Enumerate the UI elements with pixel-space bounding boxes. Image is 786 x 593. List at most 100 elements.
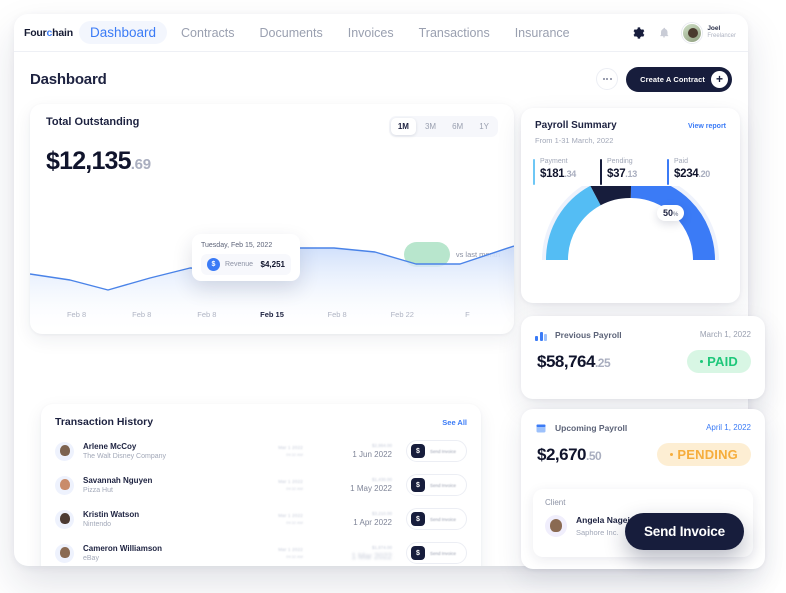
tooltip-date: Tuesday, Feb 15, 2022 <box>201 242 273 249</box>
previous-payroll-amount-cents: .25 <box>594 355 611 370</box>
nav-item-invoices[interactable]: Invoices <box>337 22 405 44</box>
payroll-stat-paid: Paid $234.20 <box>667 158 728 185</box>
nav-item-dashboard[interactable]: Dashboard <box>78 21 168 44</box>
nav-items: Dashboard Contracts Documents Invoices T… <box>78 21 581 44</box>
payroll-stat-value: $234.20 <box>674 168 728 180</box>
payroll-stat-payment: Payment $181.34 <box>533 158 594 185</box>
more-options-button[interactable] <box>596 68 619 90</box>
nav-item-documents[interactable]: Documents <box>249 22 334 44</box>
x-tick-4: Feb 8 <box>327 310 347 319</box>
previous-payroll-date: March 1, 2022 <box>699 330 751 339</box>
table-row[interactable]: Savannah Nguyen Pizza Hut Mar 1 2022 09:3… <box>41 468 481 502</box>
send-invoice-label: Send Invoice <box>429 482 456 488</box>
payroll-stat-main: $234 <box>674 168 699 180</box>
payroll-stat-value: $181.34 <box>540 168 594 180</box>
transaction-history-card: Transaction History See All Arlene McCoy… <box>41 404 481 566</box>
transaction-name: Cameron Williamson <box>83 544 163 553</box>
time-range-selector: 1M 3M 6M 1Y <box>388 116 498 137</box>
logo-text-pre: Four <box>24 26 47 39</box>
range-option-3m[interactable]: 3M <box>418 118 443 135</box>
nav-item-transactions[interactable]: Transactions <box>408 22 501 44</box>
transaction-meta: Mar 1 2022 09:32 AM <box>278 547 303 559</box>
transaction-history-title: Transaction History <box>55 416 154 428</box>
upcoming-payroll-amount-cents: .50 <box>586 448 602 463</box>
send-invoice-button[interactable]: $ Send Invoice <box>405 542 467 564</box>
nav-item-contracts[interactable]: Contracts <box>170 22 246 44</box>
send-invoice-button[interactable]: Send Invoice <box>625 513 744 550</box>
table-row[interactable]: Arlene McCoy The Walt Disney Company Mar… <box>41 434 481 468</box>
screenshot-root: Fourchain Dashboard Contracts Documents … <box>0 0 786 593</box>
previous-payroll-title: Previous Payroll <box>555 329 622 340</box>
range-option-1y[interactable]: 1Y <box>472 118 496 135</box>
chart-tooltip: Tuesday, Feb 15, 2022 $ Revenue $4,251 <box>192 234 300 281</box>
avatar <box>545 515 567 537</box>
tooltip-value: $4,251 <box>260 260 285 269</box>
tooltip-series-label: Revenue <box>225 261 254 268</box>
create-contract-label: Create A Contract <box>640 74 705 84</box>
plus-icon: + <box>711 70 728 88</box>
range-option-6m[interactable]: 6M <box>445 118 470 135</box>
payroll-gauge-chart: 50% <box>521 186 740 264</box>
transaction-org: eBay <box>83 555 99 562</box>
view-report-link[interactable]: View report <box>688 123 726 130</box>
outstanding-header: Total Outstanding 1M 3M 6M 1Y <box>30 104 514 137</box>
x-tick-6: F <box>465 310 470 319</box>
invoice-icon: $ <box>410 512 425 526</box>
payroll-stat-pending: Pending $37.13 <box>600 158 661 185</box>
transaction-meta: Mar 1 2022 09:32 AM <box>278 513 303 525</box>
transaction-party: Kristin Watson Nintendo <box>83 510 203 528</box>
previous-payroll-amount-main: $58,764 <box>537 351 595 371</box>
payroll-stat-main: $37 <box>607 168 626 180</box>
brand-logo[interactable]: Fourchain <box>24 27 73 39</box>
chart-x-axis: Feb 8 Feb 8 Feb 8 Feb 15 Feb 8 Feb 22 F <box>30 310 514 324</box>
user-name: Joel <box>707 25 721 33</box>
payroll-summary-subtitle: From 1-31 March, 2022 <box>535 136 614 145</box>
nav-item-insurance[interactable]: Insurance <box>504 22 581 44</box>
invoice-icon: $ <box>410 444 425 458</box>
transaction-name: Savannah Nguyen <box>83 476 153 485</box>
user-profile[interactable]: Joel Freelancer <box>682 22 736 43</box>
transaction-party: Cameron Williamson eBay <box>83 544 203 562</box>
table-row[interactable]: Kristin Watson Nintendo Mar 1 2022 09:32 … <box>41 502 481 536</box>
status-badge: PAID <box>687 350 751 373</box>
outstanding-amount-main: $12,135 <box>46 147 132 175</box>
transaction-date-cell: $1,874.00 1 Mar 2022 <box>303 545 406 561</box>
table-row[interactable]: Cameron Williamson eBay Mar 1 2022 09:32 … <box>41 536 481 566</box>
see-all-link[interactable]: See All <box>442 418 467 427</box>
transaction-org: Pizza Hut <box>83 487 113 494</box>
bell-icon[interactable] <box>656 25 672 41</box>
total-outstanding-card: Total Outstanding 1M 3M 6M 1Y $12,135.69… <box>30 104 514 334</box>
x-tick-5: Feb 22 <box>390 310 414 319</box>
gauge-unit: % <box>673 212 679 218</box>
x-tick-3: Feb 15 <box>260 310 284 319</box>
payroll-stat-cents: .34 <box>564 169 577 179</box>
avatar <box>55 475 74 495</box>
payroll-stat-main: $181 <box>540 168 565 180</box>
send-invoice-button[interactable]: $ Send Invoice <box>405 440 467 462</box>
status-badge: PENDING <box>657 443 751 466</box>
status-dot <box>700 360 704 363</box>
send-invoice-button[interactable]: $ Send Invoice <box>405 508 467 530</box>
payroll-stat-label: Payment <box>540 158 568 165</box>
transaction-name: Arlene McCoy <box>83 442 137 451</box>
payroll-stat-value: $37.13 <box>607 168 661 180</box>
outstanding-amount-cents: .69 <box>130 156 151 173</box>
gear-icon[interactable] <box>630 25 646 41</box>
outstanding-title: Total Outstanding <box>46 116 140 128</box>
transaction-date: 1 Apr 2022 <box>353 518 392 527</box>
send-invoice-button[interactable]: $ Send Invoice <box>405 474 467 496</box>
transaction-date-cell: $1,430.00 1 May 2022 <box>303 477 406 493</box>
range-option-1m[interactable]: 1M <box>390 118 416 135</box>
tooltip-series-row: $ Revenue $4,251 <box>201 254 291 275</box>
dollar-icon: $ <box>207 258 220 271</box>
user-meta: Joel Freelancer <box>707 25 736 39</box>
create-contract-button[interactable]: Create A Contract + <box>626 66 732 92</box>
user-role: Freelancer <box>707 32 736 39</box>
previous-payroll-header: Previous Payroll March 1, 2022 <box>521 316 765 341</box>
invoice-icon: $ <box>410 478 425 492</box>
status-badge-label: PENDING <box>677 447 738 462</box>
bar-chart-icon <box>535 328 548 341</box>
x-tick-1: Feb 8 <box>132 310 152 319</box>
transaction-date: 1 May 2022 <box>350 484 392 493</box>
transaction-history-header: Transaction History See All <box>41 404 481 434</box>
